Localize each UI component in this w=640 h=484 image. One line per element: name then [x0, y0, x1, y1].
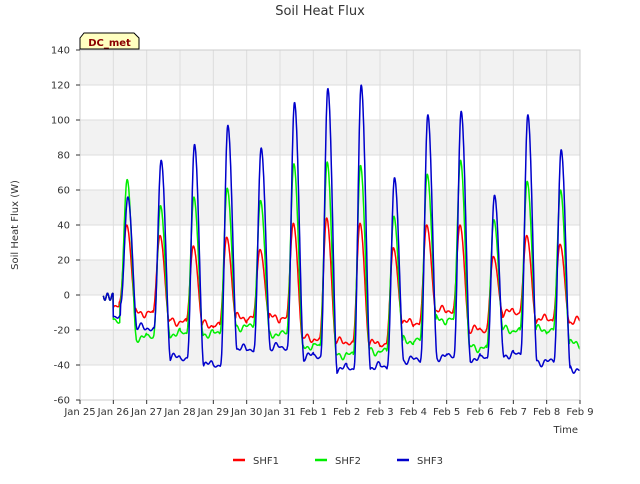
legend-label-shf3: SHF3 — [417, 456, 443, 467]
x-axis-label: Time — [553, 425, 578, 436]
x-tick-label: Feb 8 — [533, 407, 560, 418]
x-tick-label: Feb 7 — [500, 407, 527, 418]
x-tick-label: Feb 5 — [433, 407, 460, 418]
x-tick-label: Feb 6 — [466, 407, 493, 418]
x-tick-label: Feb 4 — [400, 407, 427, 418]
x-tick-label: Jan 27 — [130, 407, 162, 418]
x-tick-label: Jan 29 — [197, 407, 229, 418]
x-tick-label: Feb 1 — [300, 407, 327, 418]
y-tick-label: 0 — [64, 291, 70, 302]
dc-met-annotation: DC_met — [79, 32, 140, 50]
plot-band — [80, 330, 580, 365]
chart-container: -60 -40 -20 0 20 40 60 80 100 120 140 Jan 25 Jan 26 J… — [0, 0, 640, 480]
x-tick-label: Jan 25 — [63, 407, 95, 418]
annotation-text: DC_met — [88, 38, 131, 49]
y-tick-label: 120 — [51, 81, 70, 92]
x-tick-label: Jan 30 — [230, 407, 262, 418]
x-tick-label: Jan 26 — [97, 407, 129, 418]
y-tick-label: 60 — [57, 186, 70, 197]
y-tick-label: 140 — [51, 46, 70, 57]
y-tick-label: -60 — [54, 396, 70, 407]
chart-title: Soil Heat Flux — [275, 4, 365, 19]
chart-svg: -60-40-20020406080100120140Jan 25 Jan 26 J… — [0, 0, 640, 480]
plot-band — [80, 50, 580, 85]
legend-label-shf2: SHF2 — [335, 456, 361, 467]
x-tick-label: Feb 9 — [566, 407, 593, 418]
x-tick-label: Jan 28 — [163, 407, 195, 418]
x-tick-label: Feb 2 — [333, 407, 360, 418]
y-tick-label: 100 — [51, 116, 70, 127]
y-tick-label: -20 — [54, 326, 70, 337]
y-tick-label: 20 — [57, 256, 70, 267]
legend-label-shf1: SHF1 — [253, 456, 279, 467]
x-tick-label: Jan 31 — [263, 407, 295, 418]
y-axis-label: Soil Heat Flux (W) — [10, 180, 21, 270]
y-tick-label: -40 — [54, 361, 70, 372]
y-tick-label: 80 — [57, 151, 70, 162]
y-tick-label: 40 — [57, 221, 70, 232]
x-tick-label: Feb 3 — [366, 407, 393, 418]
